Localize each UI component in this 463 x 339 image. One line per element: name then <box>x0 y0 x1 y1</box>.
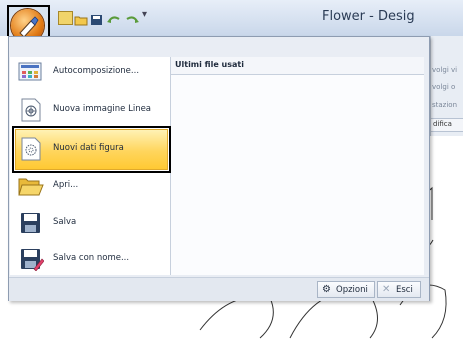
open-folder-icon <box>18 174 44 198</box>
menu-item-nuova-immagine-linea[interactable]: Nuova immagine Linea <box>10 92 170 128</box>
save-as-icon <box>18 247 45 272</box>
side-text-1: volgi vi <box>432 66 458 74</box>
autocomposizione-icon <box>18 60 44 84</box>
qat-undo-icon[interactable] <box>106 11 120 23</box>
gear-icon: ⚙ <box>322 284 331 295</box>
side-tab[interactable]: difica <box>430 118 463 132</box>
menu-item-label: Apri... <box>53 180 79 190</box>
close-icon: ✕ <box>382 284 391 295</box>
menu-item-label: Nuova immagine Linea <box>53 104 152 114</box>
exit-label: Esci <box>396 285 413 295</box>
options-label: Opzioni <box>336 285 368 295</box>
menu-item-label: Nuovi dati figura <box>53 143 124 153</box>
side-text-2: volgi o <box>432 83 456 91</box>
recent-files-panel <box>171 57 424 275</box>
menu-item-apri[interactable]: Apri... <box>10 168 170 204</box>
exit-button[interactable]: ✕ Esci <box>377 281 421 298</box>
side-text-3: stazion <box>432 101 458 109</box>
options-button[interactable]: ⚙ Opzioni <box>317 281 375 298</box>
new-line-image-icon <box>18 98 44 122</box>
menu-item-label: Salva <box>53 217 77 227</box>
qat-open-icon[interactable] <box>74 11 88 26</box>
window-title: Flower - Desig <box>322 9 415 24</box>
side-tab-label: difica <box>433 120 452 128</box>
save-icon <box>18 211 44 235</box>
recent-files-title: Ultimi file usati <box>175 60 244 69</box>
menu-item-autocomposizione[interactable]: Autocomposizione... <box>10 54 170 90</box>
qat-save-icon[interactable] <box>90 11 103 25</box>
menu-item-label: Salva con nome... <box>53 253 130 263</box>
qat-new-icon[interactable] <box>58 11 73 25</box>
menu-item-salva-con-nome[interactable]: Salva con nome... <box>10 241 170 277</box>
menu-item-salva[interactable]: Salva <box>10 205 170 241</box>
new-figure-data-icon <box>18 137 44 161</box>
menu-item-label: Autocomposizione... <box>53 66 140 76</box>
qat-customize-icon[interactable]: ▾ <box>142 9 147 20</box>
qat-redo-icon[interactable] <box>124 11 139 23</box>
menu-item-nuovi-dati-figura[interactable]: Nuovi dati figura <box>10 131 170 167</box>
